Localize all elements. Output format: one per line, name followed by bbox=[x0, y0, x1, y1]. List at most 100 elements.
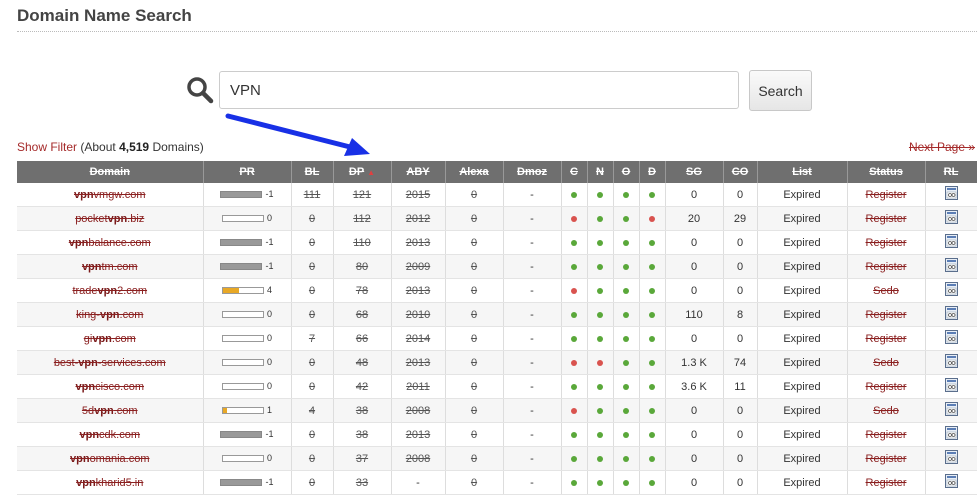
availability-org-cell bbox=[613, 422, 640, 447]
archive-year-value: 2008 bbox=[405, 404, 431, 417]
column-header-domain[interactable]: Domain bbox=[17, 161, 204, 183]
competition-value: 8 bbox=[736, 308, 744, 321]
column-header-rl[interactable]: RL bbox=[925, 161, 977, 183]
related-links-icon[interactable] bbox=[944, 450, 958, 464]
column-header-dmoz[interactable]: Dmoz bbox=[503, 161, 562, 183]
domain-suffix: balance.com bbox=[88, 236, 151, 249]
column-header-list[interactable]: List bbox=[757, 161, 848, 183]
availability-org-cell bbox=[613, 230, 640, 255]
column-header-d[interactable]: D bbox=[639, 161, 666, 183]
domain-link[interactable]: vpnvmgw.com bbox=[74, 189, 146, 201]
availability-net-cell bbox=[587, 183, 614, 207]
status-link[interactable]: Register bbox=[866, 333, 907, 345]
dmoz-value: - bbox=[530, 476, 534, 489]
status-link[interactable]: Sedo bbox=[873, 405, 899, 417]
related-links-icon[interactable] bbox=[944, 306, 958, 320]
domain-pop-value: 37 bbox=[355, 452, 369, 465]
search-icon bbox=[187, 77, 214, 104]
status-link[interactable]: Register bbox=[866, 213, 907, 225]
table-row: vpnkharid5.in -1 0 33 - 0 - 0 0 Expired Register bbox=[17, 470, 977, 495]
related-links-icon[interactable] bbox=[944, 474, 958, 488]
domain-link[interactable]: pocketvpn.biz bbox=[75, 213, 144, 225]
column-header-sg[interactable]: SG bbox=[665, 161, 724, 183]
backlinks-cell: 4 bbox=[291, 398, 334, 423]
backlinks-cell: 0 bbox=[291, 350, 334, 375]
related-links-icon[interactable] bbox=[944, 210, 958, 224]
column-header-pr[interactable]: PR bbox=[203, 161, 292, 183]
column-header-bl[interactable]: BL bbox=[291, 161, 334, 183]
alexa-cell: 0 bbox=[445, 278, 504, 303]
status-link[interactable]: Register bbox=[866, 429, 907, 441]
next-page-link[interactable]: Next Page » bbox=[909, 140, 975, 154]
available-status-dot-icon bbox=[623, 263, 629, 270]
search-volume-cell: 0 bbox=[665, 446, 724, 471]
pagerank-bar bbox=[221, 382, 264, 390]
column-header-status[interactable]: Status bbox=[847, 161, 926, 183]
related-links-icon[interactable] bbox=[944, 330, 958, 344]
availability-net-cell bbox=[587, 446, 614, 471]
domain-link[interactable]: vpncisco.com bbox=[76, 381, 144, 393]
domain-link[interactable]: givpn.com bbox=[84, 333, 136, 345]
column-header-dp[interactable]: DP ▲ bbox=[333, 161, 392, 183]
alexa-value: 0 bbox=[470, 284, 478, 297]
status-link[interactable]: Sedo bbox=[873, 285, 899, 297]
related-links-icon[interactable] bbox=[944, 258, 958, 272]
related-links-icon[interactable] bbox=[944, 354, 958, 368]
list-cell: Expired bbox=[757, 422, 848, 447]
search-input[interactable] bbox=[219, 71, 739, 109]
backlinks-value: 0 bbox=[308, 428, 316, 441]
related-links-icon[interactable] bbox=[944, 402, 958, 416]
pagerank-value: -1 bbox=[265, 477, 274, 487]
related-links-icon[interactable] bbox=[944, 282, 958, 296]
status-link[interactable]: Sedo bbox=[873, 357, 899, 369]
column-header-n[interactable]: N bbox=[587, 161, 614, 183]
related-links-icon[interactable] bbox=[944, 426, 958, 440]
related-links-icon[interactable] bbox=[944, 186, 958, 200]
list-cell: Expired bbox=[757, 254, 848, 279]
domain-pop-value: 66 bbox=[355, 332, 369, 345]
status-link[interactable]: Register bbox=[866, 261, 907, 273]
column-header-label: Domain bbox=[89, 166, 130, 178]
pr-cell: -1 bbox=[203, 230, 292, 255]
status-link[interactable]: Register bbox=[866, 237, 907, 249]
show-filter-link[interactable]: Show Filter bbox=[17, 140, 77, 154]
domain-link[interactable]: best-vpn-services.com bbox=[54, 357, 166, 369]
column-header-c[interactable]: C bbox=[561, 161, 588, 183]
domain-link[interactable]: vpncdk.com bbox=[79, 429, 140, 441]
column-header-co[interactable]: CO bbox=[723, 161, 758, 183]
pagerank-value: 0 bbox=[266, 357, 272, 367]
domain-keyword: vpn bbox=[70, 452, 90, 465]
status-link[interactable]: Register bbox=[866, 309, 907, 321]
search-button[interactable]: Search bbox=[749, 70, 812, 111]
column-header-alexa[interactable]: Alexa bbox=[445, 161, 504, 183]
domain-link[interactable]: vpntm.com bbox=[82, 261, 138, 273]
domain-link[interactable]: vpnbalance.com bbox=[69, 237, 151, 249]
availability-de-cell bbox=[639, 278, 666, 303]
domain-prefix: best- bbox=[53, 356, 79, 369]
status-cell: Register bbox=[847, 183, 926, 207]
column-header-o[interactable]: O bbox=[613, 161, 640, 183]
archive-year-value: 2014 bbox=[405, 332, 431, 345]
status-link[interactable]: Register bbox=[866, 453, 907, 465]
status-link[interactable]: Register bbox=[866, 189, 907, 201]
title-divider bbox=[17, 31, 977, 32]
column-header-aby[interactable]: ABY bbox=[391, 161, 446, 183]
status-link[interactable]: Register bbox=[866, 477, 907, 489]
domain-link[interactable]: 5dvpn.com bbox=[82, 405, 138, 417]
domain-link[interactable]: vpnomania.com bbox=[70, 453, 149, 465]
dmoz-cell: - bbox=[503, 326, 562, 351]
available-status-dot-icon bbox=[623, 479, 629, 486]
related-links-icon[interactable] bbox=[944, 378, 958, 392]
alexa-value: 0 bbox=[470, 332, 478, 345]
list-value: Expired bbox=[783, 356, 821, 369]
taken-status-dot-icon bbox=[571, 287, 577, 294]
column-header-label: N bbox=[596, 166, 604, 178]
domain-cell: pocketvpn.biz bbox=[17, 206, 204, 231]
alexa-cell: 0 bbox=[445, 302, 504, 327]
status-link[interactable]: Register bbox=[866, 381, 907, 393]
availability-org-cell bbox=[613, 206, 640, 231]
domain-link[interactable]: tradevpn2.com bbox=[72, 285, 147, 297]
domain-link[interactable]: vpnkharid5.in bbox=[76, 477, 143, 489]
related-links-icon[interactable] bbox=[944, 234, 958, 248]
domain-link[interactable]: king-vpn.com bbox=[76, 309, 143, 321]
